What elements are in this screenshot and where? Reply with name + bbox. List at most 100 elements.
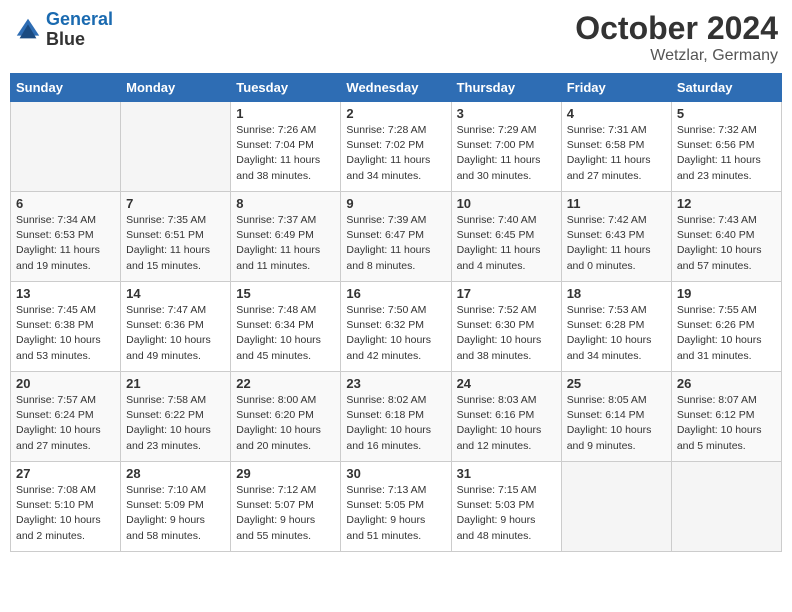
calendar-cell: 9 Sunrise: 7:39 AM Sunset: 6:47 PM Daylig…: [341, 192, 451, 282]
day-info: Sunrise: 7:35 AM Sunset: 6:51 PM Dayligh…: [126, 213, 225, 274]
calendar-cell: 3 Sunrise: 7:29 AM Sunset: 7:00 PM Daylig…: [451, 102, 561, 192]
month-title: October 2024: [575, 10, 778, 47]
week-row-2: 6Sunrise: 7:34 AM Sunset: 6:53 PM Daylig…: [11, 192, 782, 282]
day-number: 8: [236, 196, 335, 211]
calendar-cell: [121, 102, 231, 192]
day-info: Sunrise: 7:28 AM Sunset: 7:02 PM Dayligh…: [346, 123, 445, 184]
day-info: Sunrise: 7:45 AM Sunset: 6:38 PM Dayligh…: [16, 303, 115, 364]
day-info: Sunrise: 7:15 AM Sunset: 5:03 PM Dayligh…: [457, 483, 556, 544]
week-row-1: 1Sunrise: 7:26 AM Sunset: 7:04 PM Daylig…: [11, 102, 782, 192]
calendar-cell: 10 Sunrise: 7:40 AM Sunset: 6:45 PM Dayli…: [451, 192, 561, 282]
calendar-cell: 4 Sunrise: 7:31 AM Sunset: 6:58 PM Daylig…: [561, 102, 671, 192]
day-number: 13: [16, 286, 115, 301]
day-number: 4: [567, 106, 666, 121]
weekday-header-friday: Friday: [561, 74, 671, 102]
day-number: 31: [457, 466, 556, 481]
logo-line1: General: [46, 9, 113, 29]
page-header: General Blue October 2024 Wetzlar, Germa…: [10, 10, 782, 65]
day-info: Sunrise: 7:39 AM Sunset: 6:47 PM Dayligh…: [346, 213, 445, 274]
day-info: Sunrise: 7:47 AM Sunset: 6:36 PM Dayligh…: [126, 303, 225, 364]
day-number: 10: [457, 196, 556, 211]
day-number: 17: [457, 286, 556, 301]
calendar-cell: 8 Sunrise: 7:37 AM Sunset: 6:49 PM Daylig…: [231, 192, 341, 282]
weekday-header-tuesday: Tuesday: [231, 74, 341, 102]
day-info: Sunrise: 7:57 AM Sunset: 6:24 PM Dayligh…: [16, 393, 115, 454]
day-number: 2: [346, 106, 445, 121]
day-number: 21: [126, 376, 225, 391]
day-info: Sunrise: 7:55 AM Sunset: 6:26 PM Dayligh…: [677, 303, 776, 364]
day-info: Sunrise: 7:12 AM Sunset: 5:07 PM Dayligh…: [236, 483, 335, 544]
logo-text: General Blue: [46, 10, 113, 50]
day-number: 30: [346, 466, 445, 481]
weekday-header-saturday: Saturday: [671, 74, 781, 102]
day-info: Sunrise: 7:32 AM Sunset: 6:56 PM Dayligh…: [677, 123, 776, 184]
day-number: 23: [346, 376, 445, 391]
calendar-cell: 1Sunrise: 7:26 AM Sunset: 7:04 PM Daylig…: [231, 102, 341, 192]
week-row-3: 13 Sunrise: 7:45 AM Sunset: 6:38 PM Dayli…: [11, 282, 782, 372]
calendar-cell: 23Sunrise: 8:02 AM Sunset: 6:18 PM Dayli…: [341, 372, 451, 462]
day-info: Sunrise: 7:58 AM Sunset: 6:22 PM Dayligh…: [126, 393, 225, 454]
weekday-header-row: SundayMondayTuesdayWednesdayThursdayFrid…: [11, 74, 782, 102]
calendar-cell: 22 Sunrise: 8:00 AM Sunset: 6:20 PM Dayli…: [231, 372, 341, 462]
day-number: 27: [16, 466, 115, 481]
calendar-cell: 15 Sunrise: 7:48 AM Sunset: 6:34 PM Dayli…: [231, 282, 341, 372]
weekday-header-monday: Monday: [121, 74, 231, 102]
day-number: 18: [567, 286, 666, 301]
day-number: 16: [346, 286, 445, 301]
day-info: Sunrise: 7:43 AM Sunset: 6:40 PM Dayligh…: [677, 213, 776, 274]
day-info: Sunrise: 7:48 AM Sunset: 6:34 PM Dayligh…: [236, 303, 335, 364]
day-number: 20: [16, 376, 115, 391]
calendar-cell: 24 Sunrise: 8:03 AM Sunset: 6:16 PM Dayli…: [451, 372, 561, 462]
calendar-cell: 25Sunrise: 8:05 AM Sunset: 6:14 PM Dayli…: [561, 372, 671, 462]
day-info: Sunrise: 7:42 AM Sunset: 6:43 PM Dayligh…: [567, 213, 666, 274]
day-info: Sunrise: 7:40 AM Sunset: 6:45 PM Dayligh…: [457, 213, 556, 274]
day-number: 29: [236, 466, 335, 481]
day-info: Sunrise: 7:29 AM Sunset: 7:00 PM Dayligh…: [457, 123, 556, 184]
day-number: 12: [677, 196, 776, 211]
calendar-table: SundayMondayTuesdayWednesdayThursdayFrid…: [10, 73, 782, 552]
day-info: Sunrise: 7:31 AM Sunset: 6:58 PM Dayligh…: [567, 123, 666, 184]
calendar-cell: 14Sunrise: 7:47 AM Sunset: 6:36 PM Dayli…: [121, 282, 231, 372]
day-number: 15: [236, 286, 335, 301]
calendar-cell: 31 Sunrise: 7:15 AM Sunset: 5:03 PM Dayli…: [451, 462, 561, 552]
day-number: 26: [677, 376, 776, 391]
calendar-cell: 17Sunrise: 7:52 AM Sunset: 6:30 PM Dayli…: [451, 282, 561, 372]
day-info: Sunrise: 8:05 AM Sunset: 6:14 PM Dayligh…: [567, 393, 666, 454]
day-number: 9: [346, 196, 445, 211]
day-info: Sunrise: 7:37 AM Sunset: 6:49 PM Dayligh…: [236, 213, 335, 274]
calendar-cell: [671, 462, 781, 552]
week-row-4: 20 Sunrise: 7:57 AM Sunset: 6:24 PM Dayli…: [11, 372, 782, 462]
calendar-cell: [11, 102, 121, 192]
calendar-cell: 21 Sunrise: 7:58 AM Sunset: 6:22 PM Dayli…: [121, 372, 231, 462]
day-number: 28: [126, 466, 225, 481]
calendar-cell: 30Sunrise: 7:13 AM Sunset: 5:05 PM Dayli…: [341, 462, 451, 552]
week-row-5: 27Sunrise: 7:08 AM Sunset: 5:10 PM Dayli…: [11, 462, 782, 552]
day-info: Sunrise: 8:00 AM Sunset: 6:20 PM Dayligh…: [236, 393, 335, 454]
day-info: Sunrise: 7:53 AM Sunset: 6:28 PM Dayligh…: [567, 303, 666, 364]
day-number: 7: [126, 196, 225, 211]
calendar-cell: 13 Sunrise: 7:45 AM Sunset: 6:38 PM Dayli…: [11, 282, 121, 372]
calendar-cell: 7 Sunrise: 7:35 AM Sunset: 6:51 PM Daylig…: [121, 192, 231, 282]
day-number: 24: [457, 376, 556, 391]
logo-icon: [14, 16, 42, 44]
day-info: Sunrise: 8:03 AM Sunset: 6:16 PM Dayligh…: [457, 393, 556, 454]
day-number: 6: [16, 196, 115, 211]
weekday-header-sunday: Sunday: [11, 74, 121, 102]
day-info: Sunrise: 8:07 AM Sunset: 6:12 PM Dayligh…: [677, 393, 776, 454]
calendar-cell: 27Sunrise: 7:08 AM Sunset: 5:10 PM Dayli…: [11, 462, 121, 552]
calendar-cell: 20 Sunrise: 7:57 AM Sunset: 6:24 PM Dayli…: [11, 372, 121, 462]
calendar-cell: 19Sunrise: 7:55 AM Sunset: 6:26 PM Dayli…: [671, 282, 781, 372]
day-number: 22: [236, 376, 335, 391]
calendar-cell: 11Sunrise: 7:42 AM Sunset: 6:43 PM Dayli…: [561, 192, 671, 282]
day-number: 3: [457, 106, 556, 121]
weekday-header-wednesday: Wednesday: [341, 74, 451, 102]
calendar-cell: 5 Sunrise: 7:32 AM Sunset: 6:56 PM Daylig…: [671, 102, 781, 192]
calendar-cell: 2 Sunrise: 7:28 AM Sunset: 7:02 PM Daylig…: [341, 102, 451, 192]
calendar-cell: 12 Sunrise: 7:43 AM Sunset: 6:40 PM Dayli…: [671, 192, 781, 282]
day-info: Sunrise: 7:10 AM Sunset: 5:09 PM Dayligh…: [126, 483, 225, 544]
weekday-header-thursday: Thursday: [451, 74, 561, 102]
day-number: 5: [677, 106, 776, 121]
day-number: 1: [236, 106, 335, 121]
calendar-cell: 29 Sunrise: 7:12 AM Sunset: 5:07 PM Dayli…: [231, 462, 341, 552]
logo: General Blue: [14, 10, 113, 50]
